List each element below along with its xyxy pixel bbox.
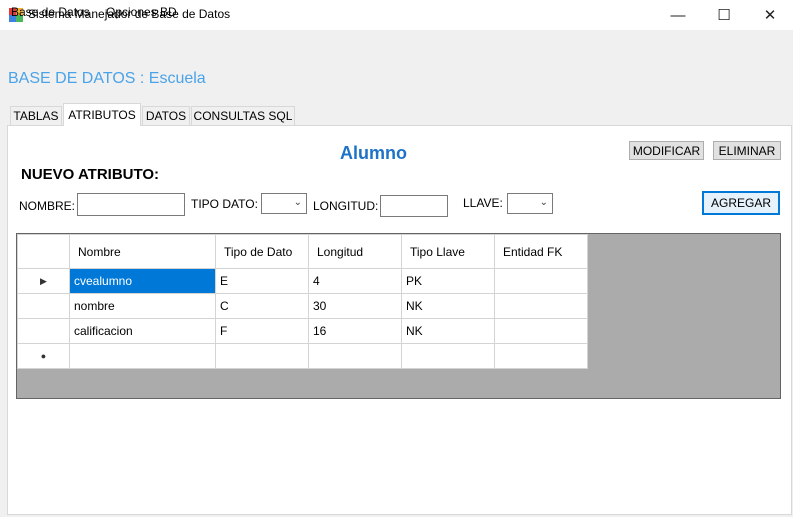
grid-header-row: Nombre Tipo de Dato Longitud Tipo Llave …	[17, 234, 588, 269]
tipo-dato-label: TIPO DATO:	[191, 197, 258, 211]
row-indicator-current[interactable]: ▶	[17, 268, 70, 294]
eliminar-button[interactable]: ELIMINAR	[713, 141, 781, 160]
table-row[interactable]: ▶ cvealumno E 4 PK	[17, 268, 588, 294]
tipo-dato-select[interactable]: ⌄	[261, 193, 307, 214]
column-header-nombre[interactable]: Nombre	[69, 234, 216, 269]
attributes-grid[interactable]: Nombre Tipo de Dato Longitud Tipo Llave …	[16, 233, 781, 399]
cell-nombre[interactable]	[69, 343, 216, 369]
close-button[interactable]: ✕	[747, 0, 793, 30]
minimize-button[interactable]: —	[655, 0, 701, 30]
cell-tipo-dato[interactable]: F	[215, 318, 309, 344]
nombre-label: NOMBRE:	[19, 199, 76, 213]
column-header-tipo-llave[interactable]: Tipo Llave	[401, 234, 495, 269]
chevron-down-icon: ⌄	[293, 197, 302, 208]
grid-corner-header[interactable]	[17, 234, 70, 269]
nombre-input[interactable]	[77, 193, 185, 216]
cell-tipo-llave[interactable]: PK	[401, 268, 495, 294]
table-row[interactable]: calificacion F 16 NK	[17, 318, 588, 344]
column-header-entidad-fk[interactable]: Entidad FK	[494, 234, 588, 269]
cell-tipo-llave[interactable]	[401, 343, 495, 369]
cell-tipo-llave[interactable]: NK	[401, 293, 495, 319]
agregar-button[interactable]: AGREGAR	[702, 191, 780, 215]
cell-entidad-fk[interactable]	[494, 343, 588, 369]
cell-nombre[interactable]: nombre	[69, 293, 216, 319]
longitud-label: LONGITUD:	[313, 199, 379, 213]
llave-label: LLAVE:	[463, 196, 503, 210]
attributes-table: Nombre Tipo de Dato Longitud Tipo Llave …	[17, 234, 588, 369]
cell-tipo-dato[interactable]	[215, 343, 309, 369]
longitud-input[interactable]	[380, 195, 448, 217]
cell-longitud[interactable]: 16	[308, 318, 402, 344]
row-indicator[interactable]	[17, 318, 70, 344]
modificar-button[interactable]: MODIFICAR	[629, 141, 704, 160]
tab-datos[interactable]: DATOS	[142, 106, 190, 125]
cell-entidad-fk[interactable]	[494, 318, 588, 344]
tab-tablas[interactable]: TABLAS	[10, 106, 62, 125]
cell-tipo-dato[interactable]: E	[215, 268, 309, 294]
cell-longitud[interactable]: 30	[308, 293, 402, 319]
menu-bar	[0, 30, 793, 54]
cell-entidad-fk[interactable]	[494, 293, 588, 319]
menu-base-de-datos[interactable]: Base de Datos	[11, 5, 90, 19]
chevron-down-icon: ⌄	[539, 197, 548, 208]
menu-opciones-bd[interactable]: Opciones BD	[106, 5, 177, 19]
cell-longitud[interactable]: 4	[308, 268, 402, 294]
cell-tipo-llave[interactable]: NK	[401, 318, 495, 344]
row-indicator[interactable]	[17, 293, 70, 319]
cell-tipo-dato[interactable]: C	[215, 293, 309, 319]
nuevo-atributo-heading: NUEVO ATRIBUTO:	[21, 166, 160, 183]
cell-nombre[interactable]: calificacion	[69, 318, 216, 344]
new-row[interactable]: ●	[17, 343, 588, 369]
maximize-button[interactable]: ☐	[701, 0, 747, 30]
cell-nombre[interactable]: cvealumno	[69, 268, 216, 294]
cell-entidad-fk[interactable]	[494, 268, 588, 294]
cell-longitud[interactable]	[308, 343, 402, 369]
table-name-title: Alumno	[340, 143, 407, 163]
column-header-longitud[interactable]: Longitud	[308, 234, 402, 269]
database-title: BASE DE DATOS : Escuela	[8, 70, 206, 87]
llave-select[interactable]: ⌄	[507, 193, 553, 214]
tab-consultas-sql[interactable]: CONSULTAS SQL	[191, 106, 295, 125]
column-header-tipo-dato[interactable]: Tipo de Dato	[215, 234, 309, 269]
table-row[interactable]: nombre C 30 NK	[17, 293, 588, 319]
row-indicator-new[interactable]: ●	[17, 343, 70, 369]
tab-atributos[interactable]: ATRIBUTOS	[63, 103, 141, 126]
